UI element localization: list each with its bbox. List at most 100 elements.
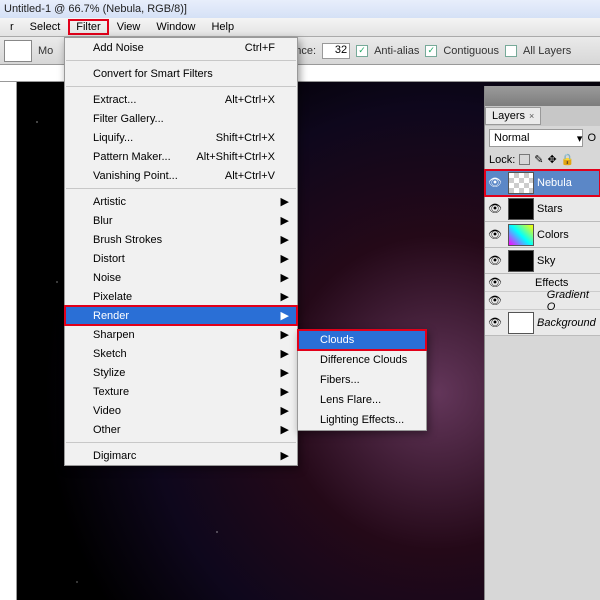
menuitem-liquify[interactable]: Liquify...Shift+Ctrl+X [65, 128, 297, 147]
layer-row[interactable]: 👁 Stars [485, 196, 600, 222]
menuitem-artistic[interactable]: Artistic▶ [65, 192, 297, 211]
antialias-label: Anti-alias [374, 45, 419, 57]
menuitem-clouds[interactable]: Clouds [298, 330, 426, 350]
layer-row[interactable]: 👁 Colors [485, 222, 600, 248]
panels-dock: Layers× Normal▾ O Lock: ✎ ✥ 🔒 👁 Nebula 👁 St… [484, 86, 600, 600]
menuitem-video[interactable]: Video▶ [65, 401, 297, 420]
visibility-eye-icon[interactable]: 👁 [485, 316, 505, 329]
menuitem-sharpen[interactable]: Sharpen▶ [65, 325, 297, 344]
menuitem-render[interactable]: Render▶ [65, 306, 297, 325]
window-title: Untitled-1 @ 66.7% (Nebula, RGB/8)] [0, 0, 600, 18]
antialias-checkbox[interactable]: ✓ [356, 45, 368, 57]
layer-name[interactable]: Background [537, 317, 600, 329]
menuitem-brushstrokes[interactable]: Brush Strokes▶ [65, 230, 297, 249]
menu-filter[interactable]: Filter [68, 19, 108, 35]
menuitem-noise[interactable]: Noise▶ [65, 268, 297, 287]
layers-list: 👁Nebula👁Stars👁Colors👁Sky👁Effects👁Gradien… [485, 170, 600, 336]
opacity-label: O [587, 132, 596, 144]
visibility-eye-icon[interactable]: 👁 [485, 228, 505, 241]
lock-move-icon[interactable]: ✥ [548, 153, 557, 166]
menuitem-extract[interactable]: Extract...Alt+Ctrl+X [65, 90, 297, 109]
submenu-arrow-icon: ▶ [281, 271, 289, 284]
submenu-arrow-icon: ▶ [281, 449, 289, 462]
layer-thumbnail[interactable] [508, 172, 534, 194]
layer-thumbnail[interactable] [508, 250, 534, 272]
layer-row[interactable]: 👁 Sky [485, 248, 600, 274]
separator [66, 442, 296, 443]
menuitem-addnoise[interactable]: Add NoiseCtrl+F [65, 38, 297, 57]
submenu-arrow-icon: ▶ [281, 423, 289, 436]
panel-tabs: Layers× [485, 106, 600, 126]
panel-strip [485, 86, 600, 106]
menuitem-vanishingpoint[interactable]: Vanishing Point...Alt+Ctrl+V [65, 166, 297, 185]
tool-preset-swatch[interactable] [4, 40, 32, 62]
layers-tab[interactable]: Layers× [485, 107, 541, 125]
menuitem-lightingeffects[interactable]: Lighting Effects... [298, 410, 426, 430]
submenu-arrow-icon: ▶ [281, 366, 289, 379]
submenu-arrow-icon: ▶ [281, 233, 289, 246]
separator [66, 86, 296, 87]
lock-brush-icon[interactable]: ✎ [534, 153, 543, 166]
layer-thumbnail[interactable] [508, 198, 534, 220]
alllayers-label: All Layers [523, 45, 571, 57]
close-icon[interactable]: × [529, 111, 534, 121]
lock-all-icon[interactable]: 🔒 [561, 153, 575, 166]
contiguous-checkbox[interactable]: ✓ [425, 45, 437, 57]
submenu-arrow-icon: ▶ [281, 385, 289, 398]
submenu-arrow-icon: ▶ [281, 290, 289, 303]
layer-name[interactable]: Colors [537, 229, 600, 241]
menu-view[interactable]: View [109, 19, 149, 35]
render-submenu: CloudsDifference CloudsFibers...Lens Fla… [297, 329, 427, 431]
menuitem-filtergallery[interactable]: Filter Gallery... [65, 109, 297, 128]
menuitem-stylize[interactable]: Stylize▶ [65, 363, 297, 382]
tolerance-label: nce: [295, 45, 316, 57]
menuitem-blur[interactable]: Blur▶ [65, 211, 297, 230]
menuitem-texture[interactable]: Texture▶ [65, 382, 297, 401]
submenu-arrow-icon: ▶ [281, 328, 289, 341]
separator [66, 188, 296, 189]
menuitem-lensflare[interactable]: Lens Flare... [298, 390, 426, 410]
fx-item-row[interactable]: 👁Gradient O [485, 292, 600, 310]
filter-menu-dropdown: Add NoiseCtrl+F Convert for Smart Filters… [64, 37, 298, 466]
menuitem-distort[interactable]: Distort▶ [65, 249, 297, 268]
submenu-arrow-icon: ▶ [281, 347, 289, 360]
menuitem-differenceclouds[interactable]: Difference Clouds [298, 350, 426, 370]
layer-row[interactable]: 👁 Nebula [485, 170, 600, 196]
visibility-eye-icon[interactable]: 👁 [485, 294, 505, 307]
menuitem-other[interactable]: Other▶ [65, 420, 297, 439]
visibility-eye-icon[interactable]: 👁 [485, 254, 505, 267]
lock-label: Lock: [489, 154, 515, 166]
blend-mode-select[interactable]: Normal▾ [489, 129, 583, 147]
menuitem-patternmaker[interactable]: Pattern Maker...Alt+Shift+Ctrl+X [65, 147, 297, 166]
layer-thumbnail[interactable] [508, 224, 534, 246]
visibility-eye-icon[interactable]: 👁 [485, 176, 505, 189]
separator [66, 60, 296, 61]
layer-name[interactable]: Sky [537, 255, 600, 267]
menuitem-sketch[interactable]: Sketch▶ [65, 344, 297, 363]
mode-label: Mo [38, 45, 53, 57]
tolerance-field[interactable]: 32 [322, 43, 350, 59]
alllayers-checkbox[interactable]: ✓ [505, 45, 517, 57]
menuitem-digimarc[interactable]: Digimarc▶ [65, 446, 297, 465]
menu-help[interactable]: Help [203, 19, 242, 35]
menu-window[interactable]: Window [148, 19, 203, 35]
menu-select[interactable]: Select [22, 19, 69, 35]
layer-name[interactable]: Nebula [537, 177, 600, 189]
menuitem-convertforsmartfilters[interactable]: Convert for Smart Filters [65, 64, 297, 83]
submenu-arrow-icon: ▶ [281, 195, 289, 208]
menuitem-fibers[interactable]: Fibers... [298, 370, 426, 390]
contiguous-label: Contiguous [443, 45, 499, 57]
layer-name[interactable]: Stars [537, 203, 600, 215]
layer-thumbnail[interactable] [508, 312, 534, 334]
submenu-arrow-icon: ▶ [281, 214, 289, 227]
layer-row[interactable]: 👁 Background [485, 310, 600, 336]
visibility-eye-icon[interactable]: 👁 [485, 202, 505, 215]
lock-transparency-icon[interactable] [519, 154, 530, 165]
menubar: rSelectFilterViewWindowHelp [0, 18, 600, 37]
submenu-arrow-icon: ▶ [281, 252, 289, 265]
visibility-eye-icon[interactable]: 👁 [485, 276, 505, 289]
vertical-ruler [0, 82, 17, 600]
menu-r[interactable]: r [2, 19, 22, 35]
submenu-arrow-icon: ▶ [281, 404, 289, 417]
menuitem-pixelate[interactable]: Pixelate▶ [65, 287, 297, 306]
